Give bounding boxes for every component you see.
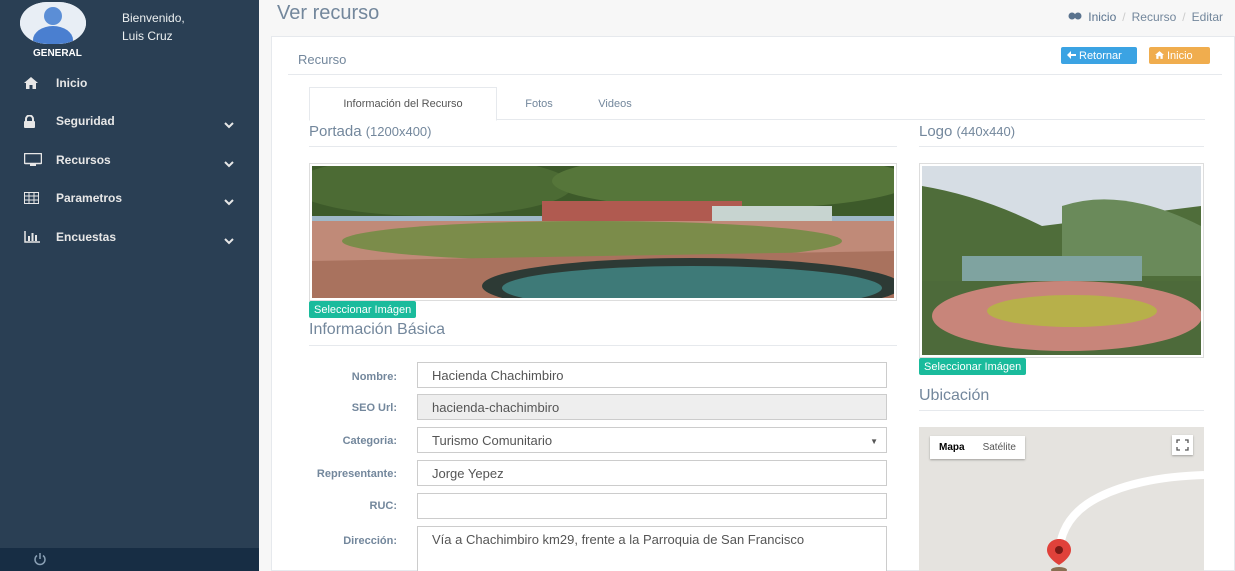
- select-portada-button[interactable]: Seleccionar Imágen: [309, 301, 417, 318]
- tab-bar: Información del Recurso Fotos Videos: [309, 87, 1205, 121]
- bar-chart-icon: [24, 231, 48, 243]
- logo-size: (440x440): [956, 124, 1016, 139]
- divider: [309, 345, 897, 346]
- sidebar-item-label: Inicio: [56, 76, 88, 90]
- lock-icon: [24, 114, 48, 128]
- representante-label: Representante:: [316, 468, 397, 480]
- home-icon: [1155, 50, 1164, 62]
- power-icon[interactable]: [33, 552, 47, 571]
- ubicacion-title: Ubicación: [919, 387, 990, 404]
- sidebar-item-recursos[interactable]: Recursos: [0, 141, 259, 179]
- breadcrumb-recurso[interactable]: Recurso: [1132, 10, 1177, 24]
- sidebar-item-label: Encuestas: [56, 230, 117, 244]
- breadcrumb: Inicio / Recurso / Editar: [1068, 10, 1223, 24]
- categoria-selected-value: Turismo Comunitario: [432, 433, 553, 448]
- back-button-label: Retornar: [1079, 49, 1122, 62]
- ruc-label: RUC:: [369, 500, 398, 512]
- divider: [309, 146, 897, 147]
- map-type-control: Mapa Satélite: [930, 436, 1025, 459]
- logo-heading: Logo (440x440): [919, 123, 1015, 140]
- avatar: [20, 2, 86, 44]
- portada-title: Portada: [309, 123, 362, 140]
- breadcrumb-icon: [1068, 10, 1082, 24]
- back-button[interactable]: Retornar: [1061, 47, 1137, 64]
- sidebar-footer: [0, 548, 259, 571]
- nombre-label: Nombre:: [351, 371, 397, 383]
- chevron-down-icon: [224, 116, 234, 134]
- logo-image: [919, 163, 1204, 358]
- arrow-left-icon: [1067, 50, 1076, 62]
- direccion-label: Dirección:: [343, 535, 397, 547]
- representante-input[interactable]: Jorge Yepez: [417, 460, 887, 486]
- home-button[interactable]: Inicio: [1149, 47, 1210, 64]
- portada-size: (1200x400): [365, 124, 432, 139]
- breadcrumb-separator: /: [1182, 10, 1186, 24]
- divider: [919, 410, 1204, 411]
- categoria-select[interactable]: Turismo Comunitario ▼: [417, 427, 887, 453]
- satellite-button[interactable]: Satélite: [974, 436, 1025, 459]
- select-logo-button[interactable]: Seleccionar Imágen: [919, 358, 1027, 375]
- seo-url-input: hacienda-chachimbiro: [417, 394, 887, 420]
- logo-title: Logo: [919, 123, 953, 140]
- breadcrumb-separator: /: [1122, 10, 1126, 24]
- desktop-icon: [24, 153, 48, 167]
- divider: [288, 74, 1222, 75]
- basic-info-title: Información Básica: [309, 321, 446, 338]
- map-marker-icon[interactable]: [1047, 539, 1071, 571]
- portada-heading: Portada (1200x400): [309, 123, 432, 140]
- caret-down-icon: ▼: [870, 437, 878, 446]
- ruc-input[interactable]: [417, 493, 887, 519]
- sidebar-item-label: Parametros: [56, 191, 123, 205]
- resource-panel: Recurso Retornar Inicio Información del …: [271, 36, 1235, 571]
- panel-title: Recurso: [298, 52, 347, 67]
- welcome-text: Bienvenido,: [122, 11, 185, 25]
- nombre-input[interactable]: Hacienda Chachimbiro: [417, 362, 887, 388]
- tab-informacion[interactable]: Información del Recurso: [309, 87, 497, 121]
- breadcrumb-editar: Editar: [1191, 10, 1223, 24]
- sidebar-section-title: GENERAL: [33, 48, 82, 59]
- tab-fotos[interactable]: Fotos: [503, 87, 575, 121]
- chevron-down-icon: [224, 232, 234, 250]
- fullscreen-icon[interactable]: [1172, 435, 1193, 455]
- location-map[interactable]: Mapa Satélite: [919, 427, 1204, 571]
- page-title: Ver recurso: [277, 2, 380, 24]
- home-button-label: Inicio: [1167, 49, 1193, 62]
- table-icon: [24, 192, 48, 204]
- sidebar-item-encuestas[interactable]: Encuestas: [0, 218, 259, 256]
- sidebar-item-label: Seguridad: [56, 114, 115, 128]
- sidebar-item-label: Recursos: [56, 153, 111, 167]
- sidebar-item-seguridad[interactable]: Seguridad: [0, 102, 259, 140]
- sidebar-item-parametros[interactable]: Parametros: [0, 179, 259, 217]
- divider: [919, 146, 1204, 147]
- sidebar-item-inicio[interactable]: Inicio: [0, 64, 259, 102]
- breadcrumb-inicio[interactable]: Inicio: [1088, 10, 1116, 24]
- home-icon: [24, 77, 48, 89]
- map-button[interactable]: Mapa: [930, 436, 974, 459]
- tab-videos[interactable]: Videos: [579, 87, 651, 121]
- direccion-textarea[interactable]: Vía a Chachimbiro km29, frente a la Parr…: [417, 526, 887, 571]
- chevron-down-icon: [224, 193, 234, 211]
- user-name: Luis Cruz: [122, 29, 173, 43]
- sidebar: Bienvenido, Luis Cruz GENERAL Inicio Seg…: [0, 0, 259, 571]
- portada-image: [309, 163, 897, 301]
- categoria-label: Categoria:: [342, 435, 397, 447]
- chevron-down-icon: [224, 155, 234, 173]
- seo-url-label: SEO Url:: [351, 402, 397, 414]
